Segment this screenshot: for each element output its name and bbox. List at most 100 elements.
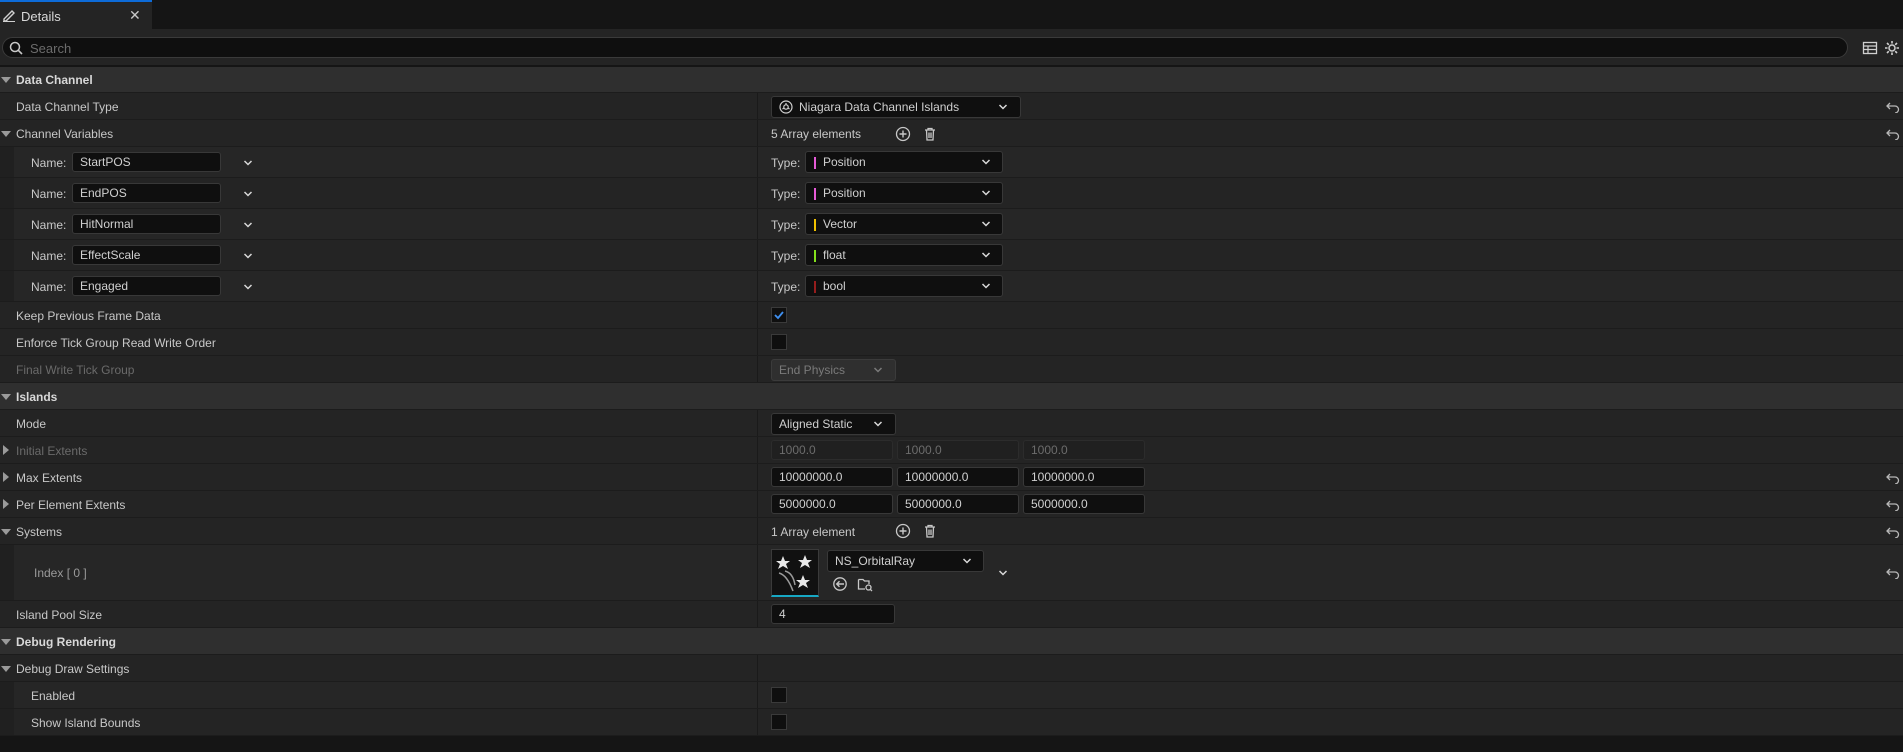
type-label: Type: (771, 280, 801, 294)
island-pool-size-input[interactable]: 4 (771, 604, 895, 624)
niagara-system-dropdown[interactable]: NS_OrbitalRay (827, 550, 984, 572)
type-label: Type: (771, 156, 801, 170)
variable-name-input[interactable]: StartPOS (72, 152, 221, 172)
reset-to-default-icon[interactable] (1886, 101, 1900, 113)
variable-name-input[interactable]: Engaged (72, 276, 221, 296)
collapse-arrow-icon[interactable] (1, 131, 11, 137)
chevron-down-icon (873, 421, 883, 427)
array-count: 5 Array elements (771, 127, 862, 141)
asset-thumbnail[interactable] (771, 549, 819, 597)
checkmark-icon (774, 311, 784, 320)
max-extents-y[interactable]: 10000000.0 (897, 467, 1019, 487)
property-label: Channel Variables (16, 127, 114, 141)
dropdown-value: NS_OrbitalRay (835, 554, 916, 568)
chevron-down-icon[interactable] (243, 251, 253, 261)
property-label: Enforce Tick Group Read Write Order (16, 336, 216, 350)
chevron-down-icon[interactable] (243, 158, 253, 168)
property-label: Keep Previous Frame Data (16, 309, 161, 323)
collapse-arrow-icon[interactable] (1, 394, 11, 400)
per-element-extents-y[interactable]: 5000000.0 (897, 494, 1019, 514)
dropdown-value: Niagara Data Channel Islands (799, 100, 960, 114)
reset-to-default-icon[interactable] (1886, 526, 1900, 538)
type-color-pin (814, 188, 816, 200)
type-label: Type: (771, 187, 801, 201)
variable-type-dropdown[interactable]: Vector (805, 213, 1003, 235)
category-islands[interactable]: Islands (0, 383, 1903, 410)
collapse-arrow-icon[interactable] (1, 666, 11, 672)
chevron-down-icon (962, 558, 972, 564)
close-icon[interactable]: ✕ (129, 7, 141, 24)
property-row-island-pool-size: Island Pool Size 4 (0, 601, 1903, 628)
property-row-initial-extents: Initial Extents 1000.0 1000.0 1000.0 (0, 437, 1903, 464)
search-icon (9, 41, 23, 55)
property-label: Final Write Tick Group (16, 363, 135, 377)
use-selected-asset-icon[interactable] (832, 576, 848, 592)
category-debug-rendering[interactable]: Debug Rendering (0, 628, 1903, 655)
property-label: Max Extents (16, 471, 83, 485)
browse-to-asset-icon[interactable] (857, 576, 873, 592)
expand-arrow-icon[interactable] (3, 472, 9, 482)
variable-type-dropdown[interactable]: bool (805, 275, 1003, 297)
name-label: Name: (31, 249, 67, 263)
show-island-bounds-checkbox[interactable] (771, 714, 787, 730)
chevron-down-icon (998, 104, 1008, 110)
variable-type-dropdown[interactable]: Position (805, 151, 1003, 173)
property-row-debug-draw-settings: Debug Draw Settings (0, 655, 1903, 682)
expand-arrow-icon[interactable] (3, 499, 9, 509)
variable-row: Name: EndPOS Type: Position (0, 178, 1903, 209)
type-label: Type: (771, 218, 801, 232)
chevron-down-icon (873, 367, 883, 373)
data-channel-asset-icon (779, 100, 793, 114)
niagara-system-icon (776, 555, 812, 592)
property-label: Debug Draw Settings (16, 662, 130, 676)
reset-to-default-icon[interactable] (1886, 499, 1900, 511)
collapse-arrow-icon[interactable] (1, 639, 11, 645)
reset-to-default-icon[interactable] (1886, 472, 1900, 484)
property-label: Mode (16, 417, 47, 431)
search-input[interactable]: Search (2, 37, 1848, 58)
max-extents-z[interactable]: 10000000.0 (1023, 467, 1145, 487)
per-element-extents-x[interactable]: 5000000.0 (771, 494, 893, 514)
keep-previous-checkbox[interactable] (771, 307, 787, 323)
gear-icon[interactable] (1884, 40, 1900, 56)
variable-row: Name: EffectScale Type: float (0, 240, 1903, 271)
property-label: Island Pool Size (16, 608, 103, 622)
trash-icon[interactable] (922, 126, 938, 142)
variable-name-input[interactable]: EffectScale (72, 245, 221, 265)
collapse-arrow-icon[interactable] (1, 529, 11, 535)
mode-dropdown[interactable]: Aligned Static (771, 413, 896, 435)
chevron-down-icon[interactable] (998, 568, 1008, 578)
variable-name-input[interactable]: HitNormal (72, 214, 221, 234)
chevron-down-icon[interactable] (243, 282, 253, 292)
per-element-extents-z[interactable]: 5000000.0 (1023, 494, 1145, 514)
chevron-down-icon[interactable] (243, 189, 253, 199)
property-row-data-channel-type: Data Channel Type Niagara Data Channel I… (0, 93, 1903, 120)
collapse-arrow-icon[interactable] (1, 77, 11, 83)
property-row-show-island-bounds: Show Island Bounds (0, 709, 1903, 736)
expand-arrow-icon[interactable] (3, 445, 9, 455)
category-title: Data Channel (16, 73, 93, 87)
reset-to-default-icon[interactable] (1886, 567, 1900, 579)
chevron-down-icon (981, 159, 991, 165)
max-extents-x[interactable]: 10000000.0 (771, 467, 893, 487)
chevron-down-icon[interactable] (243, 220, 253, 230)
name-label: Name: (31, 156, 67, 170)
trash-icon[interactable] (922, 523, 938, 539)
variable-type-dropdown[interactable]: float (805, 244, 1003, 266)
enabled-checkbox[interactable] (771, 687, 787, 703)
variable-type-dropdown[interactable]: Position (805, 182, 1003, 204)
add-element-icon[interactable] (895, 523, 911, 539)
enforce-tick-checkbox[interactable] (771, 334, 787, 350)
tab-details[interactable]: Details ✕ (0, 0, 152, 29)
add-element-icon[interactable] (895, 126, 911, 142)
array-index-label: Index [ 0 ] (34, 566, 87, 580)
reset-to-default-icon[interactable] (1886, 128, 1900, 140)
category-data-channel[interactable]: Data Channel (0, 67, 1903, 93)
pencil-icon (3, 10, 15, 22)
variable-name-input[interactable]: EndPOS (72, 183, 221, 203)
data-channel-type-dropdown[interactable]: Niagara Data Channel Islands (771, 96, 1021, 118)
property-row-max-extents: Max Extents 10000000.0 10000000.0 100000… (0, 464, 1903, 491)
property-label: Per Element Extents (16, 498, 126, 512)
property-matrix-icon[interactable] (1862, 40, 1878, 56)
variable-row: Name: HitNormal Type: Vector (0, 209, 1903, 240)
